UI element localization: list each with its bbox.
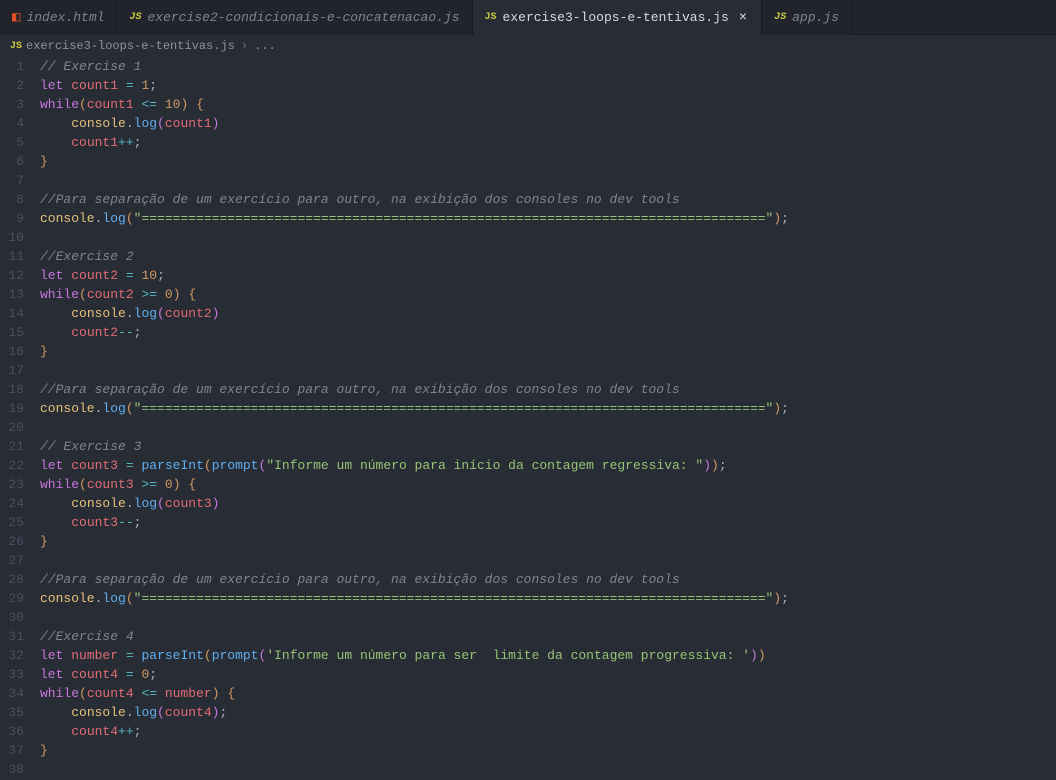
line-number: 25	[8, 513, 24, 532]
breadcrumb[interactable]: JS exercise3-loops-e-tentivas.js › ...	[0, 35, 1056, 57]
code-line[interactable]	[40, 418, 1056, 437]
line-number: 27	[8, 551, 24, 570]
code-line[interactable]: }	[40, 741, 1056, 760]
code-line[interactable]: console.log(count2)	[40, 304, 1056, 323]
line-number: 16	[8, 342, 24, 361]
close-icon[interactable]: ×	[737, 10, 749, 26]
code-line[interactable]: count1++;	[40, 133, 1056, 152]
line-number: 3	[8, 95, 24, 114]
line-number: 29	[8, 589, 24, 608]
editor[interactable]: 1234567891011121314151617181920212223242…	[0, 57, 1056, 780]
line-number: 13	[8, 285, 24, 304]
code-line[interactable]: //Exercise 2	[40, 247, 1056, 266]
line-number: 37	[8, 741, 24, 760]
code-line[interactable]: count2--;	[40, 323, 1056, 342]
js-icon: JS	[485, 12, 497, 23]
code-line[interactable]: //Para separação de um exercício para ou…	[40, 570, 1056, 589]
code-line[interactable]	[40, 760, 1056, 779]
line-number: 35	[8, 703, 24, 722]
line-number: 10	[8, 228, 24, 247]
line-number: 17	[8, 361, 24, 380]
code-line[interactable]: let number = parseInt(prompt('Informe um…	[40, 646, 1056, 665]
code-line[interactable]: console.log(count3)	[40, 494, 1056, 513]
breadcrumb-separator: ›	[241, 39, 248, 53]
tab-app-js[interactable]: JS app.js	[762, 0, 852, 35]
html5-icon: ◧	[12, 9, 20, 26]
tab-label: index.html	[26, 10, 104, 25]
js-icon: JS	[774, 12, 786, 23]
code-line[interactable]: console.log("===========================…	[40, 399, 1056, 418]
code-line[interactable]	[40, 228, 1056, 247]
line-number: 36	[8, 722, 24, 741]
js-icon: JS	[10, 41, 22, 52]
code-line[interactable]: // Exercise 3	[40, 437, 1056, 456]
code-line[interactable]: //Exercise 4	[40, 627, 1056, 646]
line-number: 21	[8, 437, 24, 456]
line-number: 24	[8, 494, 24, 513]
line-number: 33	[8, 665, 24, 684]
line-number: 6	[8, 152, 24, 171]
line-number: 28	[8, 570, 24, 589]
code-line[interactable]	[40, 551, 1056, 570]
line-number: 8	[8, 190, 24, 209]
line-number: 4	[8, 114, 24, 133]
tab-index-html[interactable]: ◧ index.html	[0, 0, 117, 35]
line-number: 19	[8, 399, 24, 418]
code-line[interactable]: console.log("===========================…	[40, 589, 1056, 608]
code-line[interactable]: console.log(count1)	[40, 114, 1056, 133]
code-line[interactable]: while(count4 <= number) {	[40, 684, 1056, 703]
line-number: 30	[8, 608, 24, 627]
line-number: 20	[8, 418, 24, 437]
code-line[interactable]: let count2 = 10;	[40, 266, 1056, 285]
code-line[interactable]: let count3 = parseInt(prompt("Informe um…	[40, 456, 1056, 475]
line-number: 38	[8, 760, 24, 779]
line-number: 5	[8, 133, 24, 152]
code-area[interactable]: // Exercise 1let count1 = 1;while(count1…	[40, 57, 1056, 780]
line-number: 14	[8, 304, 24, 323]
line-number: 26	[8, 532, 24, 551]
tab-label: exercise3-loops-e-tentivas.js	[503, 10, 729, 25]
line-number: 2	[8, 76, 24, 95]
code-line[interactable]	[40, 361, 1056, 380]
js-icon: JS	[129, 12, 141, 23]
line-number: 11	[8, 247, 24, 266]
code-line[interactable]: //Para separação de um exercício para ou…	[40, 190, 1056, 209]
line-number: 23	[8, 475, 24, 494]
breadcrumb-file: exercise3-loops-e-tentivas.js	[26, 39, 235, 53]
code-line[interactable]: count4++;	[40, 722, 1056, 741]
gutter: 1234567891011121314151617181920212223242…	[0, 57, 40, 780]
code-line[interactable]: while(count1 <= 10) {	[40, 95, 1056, 114]
line-number: 12	[8, 266, 24, 285]
code-line[interactable]: while(count3 >= 0) {	[40, 475, 1056, 494]
line-number: 22	[8, 456, 24, 475]
line-number: 32	[8, 646, 24, 665]
code-line[interactable]: let count4 = 0;	[40, 665, 1056, 684]
code-line[interactable]: }	[40, 342, 1056, 361]
code-line[interactable]: let count1 = 1;	[40, 76, 1056, 95]
line-number: 31	[8, 627, 24, 646]
line-number: 18	[8, 380, 24, 399]
tab-exercise3-loops-e-tentivas-js[interactable]: JS exercise3-loops-e-tentivas.js ×	[473, 0, 763, 35]
code-line[interactable]	[40, 171, 1056, 190]
code-line[interactable]: }	[40, 152, 1056, 171]
tabs-bar: ◧ index.html JS exercise2-condicionais-e-co…	[0, 0, 1056, 35]
line-number: 34	[8, 684, 24, 703]
tab-label: app.js	[792, 10, 839, 25]
breadcrumb-after: ...	[254, 39, 276, 53]
code-line[interactable]: count3--;	[40, 513, 1056, 532]
line-number: 9	[8, 209, 24, 228]
code-line[interactable]: //Para separação de um exercício para ou…	[40, 380, 1056, 399]
line-number: 7	[8, 171, 24, 190]
code-line[interactable]: // Exercise 1	[40, 57, 1056, 76]
code-line[interactable]	[40, 608, 1056, 627]
line-number: 15	[8, 323, 24, 342]
code-line[interactable]: console.log(count4);	[40, 703, 1056, 722]
tab-exercise2-condicionais-e-concatenacao-js[interactable]: JS exercise2-condicionais-e-concatenacao.…	[117, 0, 472, 35]
tab-label: exercise2-condicionais-e-concatenacao.js	[147, 10, 459, 25]
code-line[interactable]: while(count2 >= 0) {	[40, 285, 1056, 304]
line-number: 1	[8, 57, 24, 76]
code-line[interactable]: }	[40, 532, 1056, 551]
code-line[interactable]: console.log("===========================…	[40, 209, 1056, 228]
